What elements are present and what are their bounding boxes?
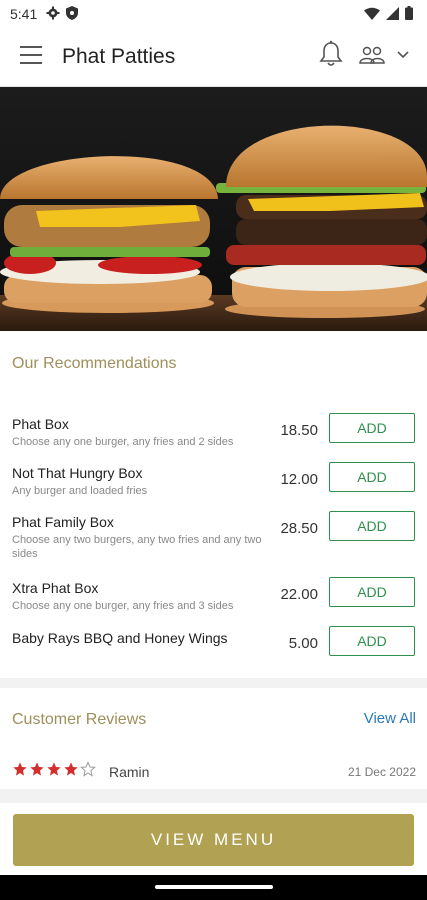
add-button[interactable]: ADD <box>329 413 415 443</box>
star-filled-icon <box>64 762 78 776</box>
review-date: 21 Dec 2022 <box>347 765 416 779</box>
view-menu-button[interactable]: VIEW MENU <box>13 814 414 866</box>
star-filled-icon <box>30 762 44 776</box>
group-order-icon[interactable] <box>358 44 386 66</box>
wifi-icon <box>364 7 380 20</box>
item-name: Baby Rays BBQ and Honey Wings <box>12 630 228 646</box>
add-button[interactable]: ADD <box>329 577 415 607</box>
app-bar: Phat Patties <box>0 28 427 87</box>
star-filled-icon <box>47 762 61 776</box>
reviewer-name: Ramin <box>109 764 150 780</box>
item-price: 18.50 <box>280 422 318 439</box>
system-nav-bar <box>0 875 427 900</box>
star-empty-icon <box>80 761 96 777</box>
home-gesture-handle[interactable] <box>155 885 273 889</box>
item-price: 28.50 <box>280 520 318 537</box>
hero-burger-image <box>0 87 427 331</box>
shield-icon <box>66 6 78 20</box>
item-description: Choose any one burger, any fries and 2 s… <box>12 436 234 448</box>
status-time: 5:41 <box>10 6 38 22</box>
reviews-heading: Customer Reviews <box>12 711 147 728</box>
view-all-reviews-link[interactable]: View All <box>364 710 416 727</box>
recommendations-heading: Our Recommendations <box>12 355 177 372</box>
status-bar: 5:41 <box>0 0 427 28</box>
item-price: 22.00 <box>280 586 318 603</box>
star-rating <box>12 761 96 777</box>
settings-gear-icon <box>46 6 60 20</box>
item-name: Xtra Phat Box <box>12 580 99 596</box>
item-name: Not That Hungry Box <box>12 465 143 481</box>
item-description: Choose any two burgers, any two fries an… <box>12 534 262 560</box>
item-description: Choose any one burger, any fries and 3 s… <box>12 600 234 612</box>
add-button[interactable]: ADD <box>329 462 415 492</box>
item-price: 12.00 <box>280 471 318 488</box>
item-price: 5.00 <box>288 635 318 652</box>
footer: VIEW MENU <box>0 803 427 875</box>
burger-photo-illustration <box>0 87 427 331</box>
section-divider <box>0 789 427 803</box>
notification-bell-icon[interactable] <box>318 40 344 68</box>
item-name: Phat Box <box>12 416 69 432</box>
item-name: Phat Family Box <box>12 514 114 530</box>
star-filled-icon <box>13 762 27 776</box>
restaurant-title: Phat Patties <box>62 45 176 68</box>
item-description: Any burger and loaded fries <box>12 485 148 497</box>
section-divider <box>0 678 427 688</box>
hamburger-menu-icon[interactable] <box>20 46 42 64</box>
cell-signal-icon <box>386 6 399 20</box>
chevron-down-icon[interactable] <box>396 50 410 60</box>
review-item[interactable]: Ramin 21 Dec 2022 <box>0 755 427 787</box>
battery-icon <box>405 6 413 20</box>
add-button[interactable]: ADD <box>329 626 415 656</box>
add-button[interactable]: ADD <box>329 511 415 541</box>
